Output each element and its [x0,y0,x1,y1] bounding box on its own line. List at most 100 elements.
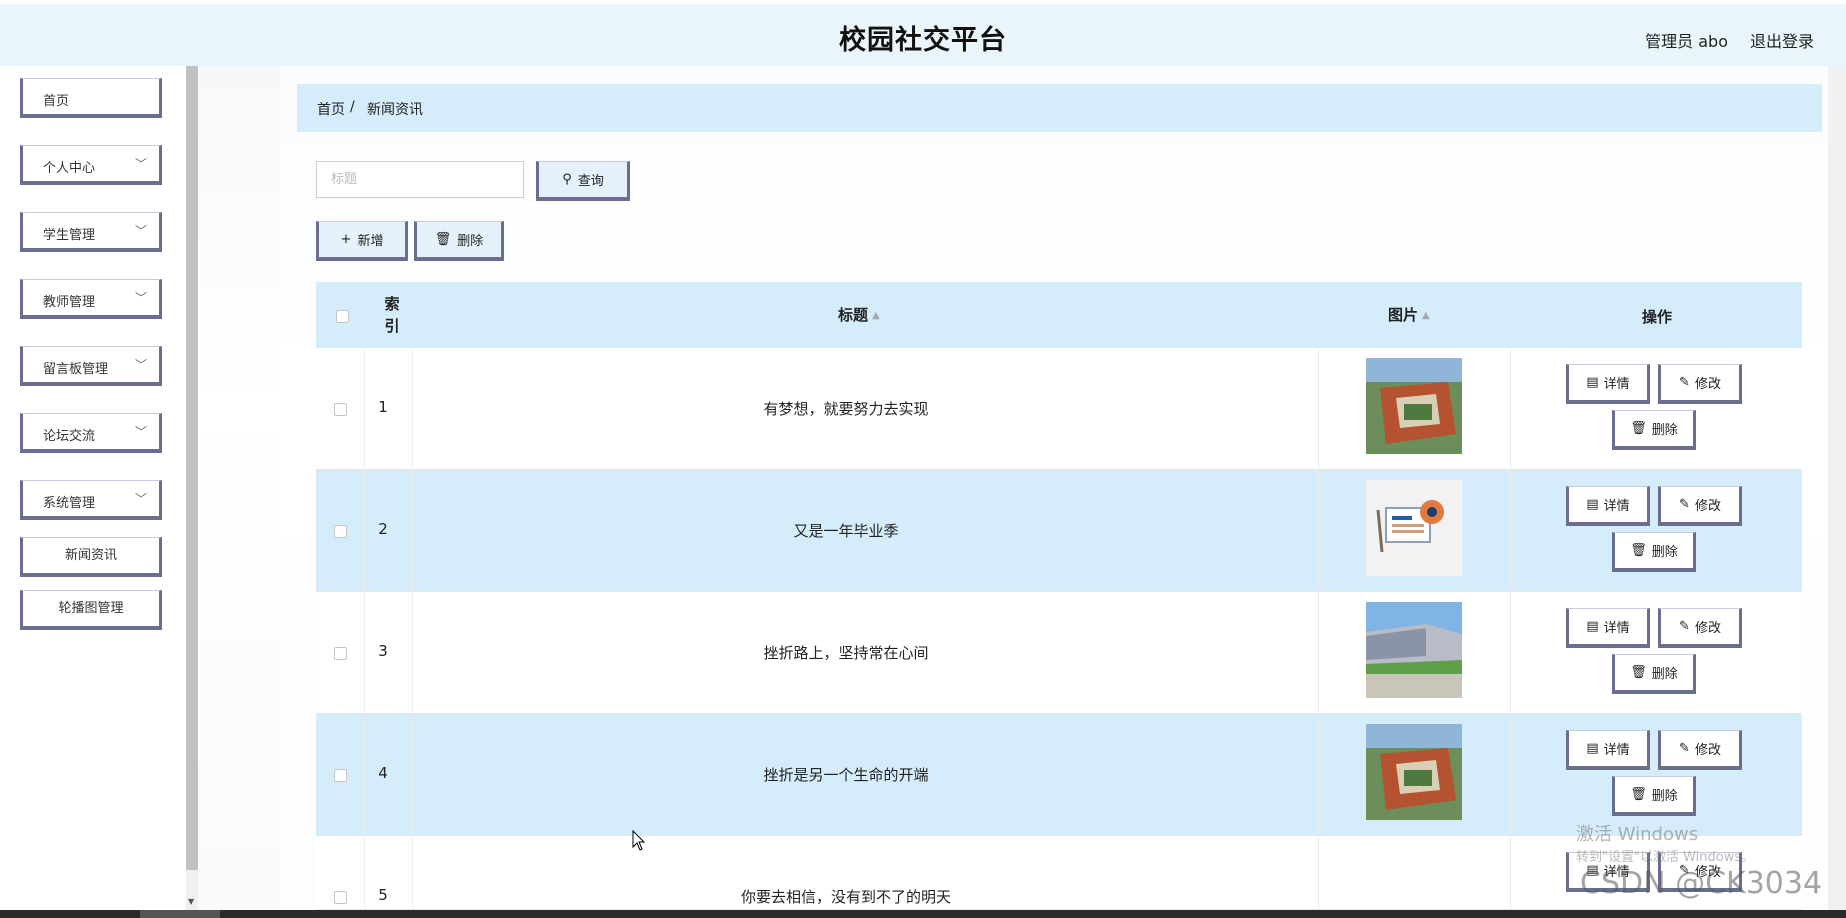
add-button-label: 新增 [357,234,384,249]
document-icon: ▤ [1586,497,1599,512]
edit-button[interactable]: ✎ 修改 [1658,608,1742,648]
scroll-down-arrow-icon[interactable]: ▼ [188,897,194,906]
select-all-checkbox[interactable] [336,310,349,323]
detail-button[interactable]: ▤ 详情 [1566,730,1650,770]
trash-icon: 🗑 [1630,543,1647,558]
document-icon: ▤ [1586,619,1599,634]
edit-button[interactable]: ✎ 修改 [1658,364,1742,404]
batch-delete-label: 删除 [457,234,484,249]
sidebar-item-personal-center[interactable]: 个人中心 ﹀ [20,145,162,185]
row-checkbox[interactable] [334,525,347,538]
sidebar-subitem-carousel[interactable]: 轮播图管理 [20,590,162,630]
title-search-input[interactable] [316,161,524,198]
row-index: 3 [378,642,388,660]
top-header: 校园社交平台 管理员 abo 退出登录 [0,0,1846,66]
table-row: 4 挫折是另一个生命的开端 ▤ 详情 ✎ 修改 🗑 删除 [316,714,1802,836]
sidebar-item-home[interactable]: 首页 [20,78,162,118]
chevron-down-icon: ﹀ [134,157,147,171]
windows-activation-watermark: 激活 Windows [1576,824,1699,845]
column-header-actions: 操作 [1642,308,1673,326]
delete-button[interactable]: 🗑 删除 [1612,532,1696,572]
add-button[interactable]: + 新增 [316,221,408,261]
page-scrollbar[interactable] [1828,66,1846,910]
sidebar-item-label: 留言板管理 [43,362,109,377]
sidebar-item-label: 首页 [43,94,70,109]
table-row: 1 有梦想，就要努力去实现 ▤ 详情 ✎ 修改 🗑 删除 [316,348,1802,470]
row-checkbox[interactable] [334,769,347,782]
table-header: 索 引 标题 ▲︎ 图片 ▲︎ 操作 [316,282,1802,348]
breadcrumb-home[interactable]: 首页 [317,99,345,119]
sidebar: 首页 个人中心 ﹀ 学生管理 ﹀ 教师管理 ﹀ 留言板管理 ﹀ 论坛交流 ﹀ 系… [0,66,186,910]
taskbar [0,910,1846,918]
app-title: 校园社交平台 [839,25,1007,56]
row-title: 挫折路上，坚持常在心间 [763,644,929,662]
campus-aerial-photo-icon [1366,358,1462,454]
sidebar-scrollbar[interactable]: ▼ [186,66,198,910]
pencil-icon: ✎ [1679,741,1690,756]
row-checkbox[interactable] [334,891,347,904]
trash-icon: 🗑 [1630,421,1647,436]
batch-delete-button[interactable]: 🗑 删除 [414,221,504,261]
detail-button[interactable]: ▤ 详情 [1566,364,1650,404]
document-icon: ▤ [1586,741,1599,756]
sidebar-item-student-management[interactable]: 学生管理 ﹀ [20,212,162,252]
chevron-down-icon: ﹀ [134,425,147,439]
breadcrumb: 首页 / 新闻资讯 [297,84,1822,132]
table-row: 3 挫折路上，坚持常在心间 ▤ 详情 ✎ 修改 🗑 删除 [316,592,1802,714]
document-icon: ▤ [1586,375,1599,390]
sidebar-item-label: 学生管理 [43,228,96,243]
sidebar-item-label: 个人中心 [43,161,96,176]
csdn-watermark: CSDN @CK3034 [1580,866,1823,901]
sidebar-subitem-news[interactable]: 新闻资讯 [20,537,162,577]
pencil-icon: ✎ [1679,619,1690,634]
delete-button[interactable]: 🗑 删除 [1612,654,1696,694]
sidebar-item-label: 教师管理 [43,295,96,310]
column-header-title[interactable]: 标题 ▲︎ [838,304,880,325]
news-thumbnail[interactable] [1366,602,1462,698]
detail-button[interactable]: ▤ 详情 [1566,608,1650,648]
trash-icon: 🗑 [1630,787,1647,802]
chevron-down-icon: ﹀ [134,224,147,238]
delete-button[interactable]: 🗑 删除 [1612,776,1696,816]
row-title: 又是一年毕业季 [793,522,899,540]
search-button-label: 查询 [577,174,604,189]
trash-icon: 🗑 [1630,665,1647,680]
table-row: 2 又是一年毕业季 ▤ 详情 ✎ 修改 🗑 删除 [316,470,1802,592]
mouse-cursor-icon [632,830,646,851]
chevron-down-icon: ﹀ [134,492,147,506]
scrollbar-thumb[interactable] [186,66,198,870]
sidebar-item-forum[interactable]: 论坛交流 ﹀ [20,413,162,453]
row-title: 你要去相信，没有到不了的明天 [740,888,951,906]
breadcrumb-current: 新闻资讯 [367,102,423,118]
sidebar-item-teacher-management[interactable]: 教师管理 ﹀ [20,279,162,319]
row-title: 有梦想，就要努力去实现 [763,400,929,418]
current-user-label: 管理员 abo [1645,32,1728,51]
pencil-icon: ✎ [1679,497,1690,512]
chevron-down-icon: ﹀ [134,358,147,372]
sidebar-item-message-board[interactable]: 留言板管理 ﹀ [20,346,162,386]
news-thumbnail[interactable] [1366,724,1462,820]
row-index: 5 [378,886,388,904]
news-thumbnail[interactable] [1366,480,1462,576]
pencil-icon: ✎ [1679,375,1690,390]
detail-button[interactable]: ▤ 详情 [1566,486,1650,526]
campus-building-photo-icon [1366,602,1462,698]
news-illustration-icon [1366,480,1462,576]
sidebar-item-system-management[interactable]: 系统管理 ﹀ [20,480,162,520]
column-header-index: 索 引 [384,295,400,335]
sort-icon[interactable]: ▲︎ [872,310,880,321]
logout-link[interactable]: 退出登录 [1750,28,1814,52]
edit-button[interactable]: ✎ 修改 [1658,730,1742,770]
breadcrumb-separator: / [350,99,355,115]
delete-button[interactable]: 🗑 删除 [1612,410,1696,450]
row-checkbox[interactable] [334,403,347,416]
search-button[interactable]: ⚲ 查询 [536,161,630,201]
plus-icon: + [340,232,352,247]
sort-icon[interactable]: ▲︎ [1422,310,1430,321]
edit-button[interactable]: ✎ 修改 [1658,486,1742,526]
news-thumbnail[interactable] [1366,358,1462,454]
row-checkbox[interactable] [334,647,347,660]
column-header-image[interactable]: 图片 ▲︎ [1388,304,1430,325]
sidebar-item-label: 系统管理 [43,496,96,511]
row-title: 挫折是另一个生命的开端 [763,766,929,784]
